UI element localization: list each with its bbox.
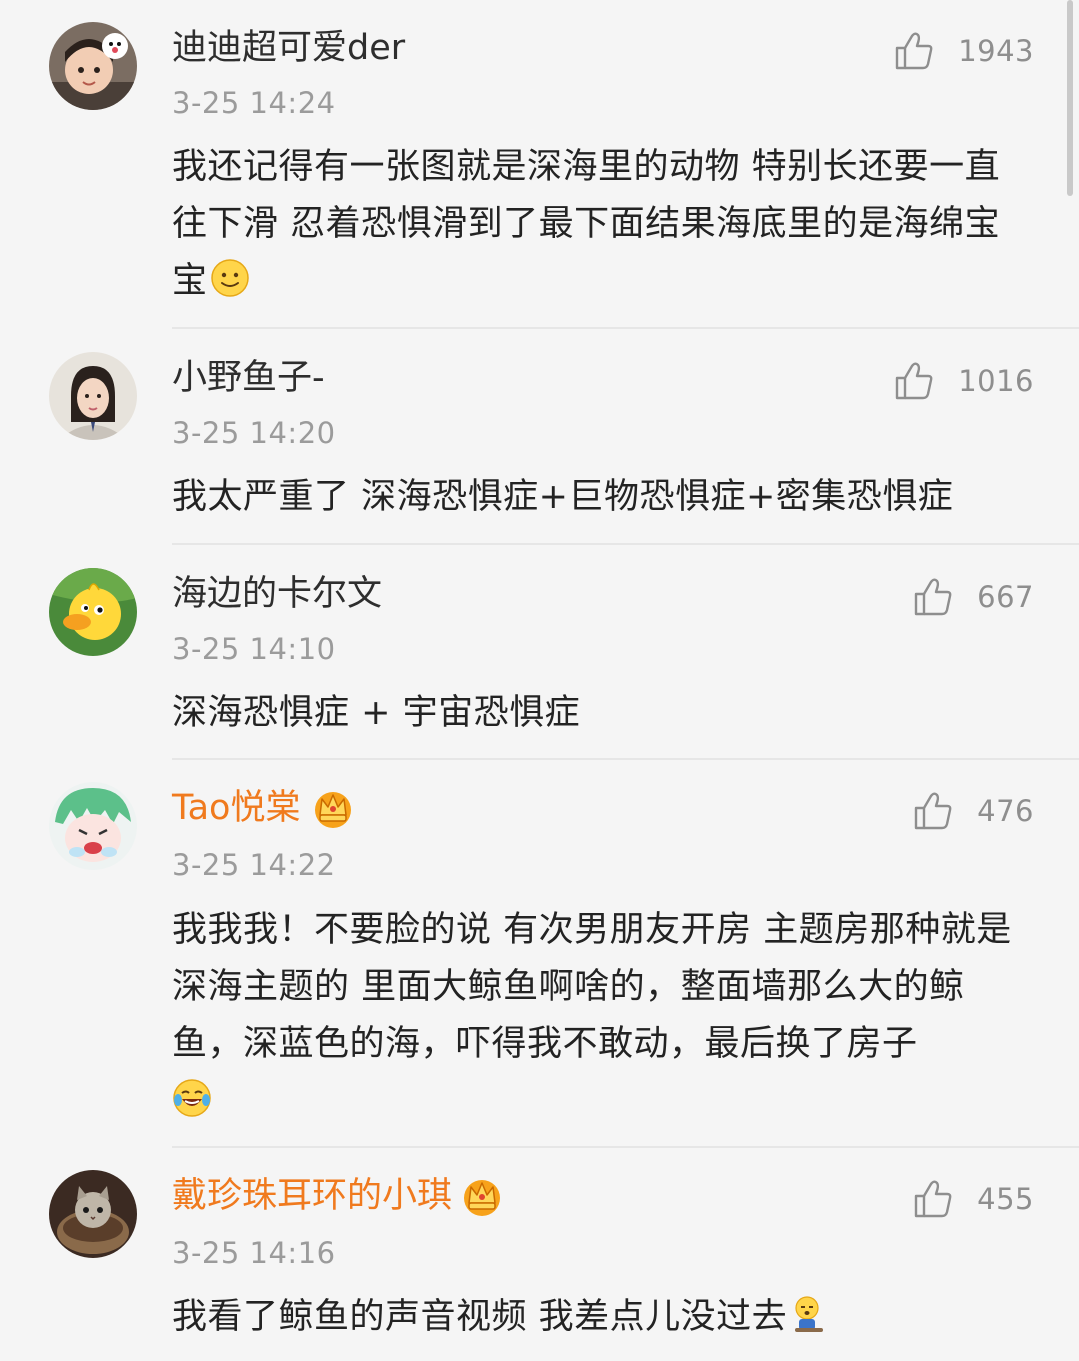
fainting-emoji <box>795 1296 824 1332</box>
comment-item: 戴珍珠耳环的小琪 455 3-25 14:16 我看了鲸鱼的声音视频 我差点儿没… <box>0 1148 1079 1361</box>
smile-emoji <box>210 259 249 297</box>
scrollbar[interactable] <box>1067 0 1073 196</box>
comment-text: 我还记得有一张图就是深海里的动物 特别长还要一直往下滑 忍着恐惧滑到了最下面结果… <box>172 139 1032 310</box>
like-button[interactable]: 1016 <box>892 358 1034 404</box>
like-button[interactable]: 476 <box>911 788 1034 834</box>
divider <box>172 543 1079 545</box>
timestamp: 3-25 14:10 <box>172 632 336 666</box>
avatar[interactable] <box>49 22 137 110</box>
like-count: 1016 <box>958 364 1034 398</box>
comment-item: 海边的卡尔文 667 3-25 14:10 深海恐惧症 + 宇宙恐惧症 <box>0 546 1079 760</box>
thumbs-up-icon <box>914 578 952 616</box>
like-count: 476 <box>977 794 1034 828</box>
avatar[interactable] <box>49 1170 137 1258</box>
username[interactable]: 小野鱼子- <box>172 356 325 400</box>
avatar[interactable] <box>49 568 137 656</box>
username[interactable]: 海边的卡尔文 <box>172 572 382 616</box>
comment-text: 深海恐惧症 + 宇宙恐惧症 <box>172 693 581 733</box>
timestamp: 3-25 14:22 <box>172 848 336 882</box>
comment-text: 我看了鲸鱼的声音视频 我差点儿没过去 <box>172 1289 1032 1346</box>
divider <box>172 327 1079 329</box>
comment-text: 我太严重了 深海恐惧症+巨物恐惧症+密集恐惧症 <box>172 477 954 517</box>
comment-feed: 迪迪超可爱der 1943 3-25 14:24 我还记得有一张图就是深海里的动… <box>0 0 1079 1361</box>
comment-item: Tao悦棠 476 3-25 14:22 我我我！不要脸的说 有次男朋友开房 主… <box>0 760 1079 1148</box>
username[interactable]: 迪迪超可爱der <box>172 26 405 70</box>
vip-crown-icon <box>464 1180 500 1216</box>
comment-body: 我看了鲸鱼的声音视频 我差点儿没过去 <box>172 1297 788 1337</box>
comment-body: 我我我！不要脸的说 有次男朋友开房 主题房那种就是深海主题的 里面大鲸鱼啊啥的，… <box>172 910 1012 1064</box>
like-count: 667 <box>977 580 1034 614</box>
thumbs-up-icon <box>914 1180 952 1218</box>
avatar[interactable] <box>49 352 137 440</box>
timestamp: 3-25 14:16 <box>172 1236 336 1270</box>
like-count: 455 <box>977 1182 1034 1216</box>
timestamp: 3-25 14:20 <box>172 416 336 450</box>
username[interactable]: Tao悦棠 <box>172 786 300 830</box>
comment-body: 我还记得有一张图就是深海里的动物 特别长还要一直往下滑 忍着恐惧滑到了最下面结果… <box>172 147 1001 301</box>
vip-crown-icon <box>315 792 351 828</box>
avatar[interactable] <box>49 782 137 870</box>
thumbs-up-icon <box>914 792 952 830</box>
thumbs-up-icon <box>895 362 933 400</box>
comment-item: 迪迪超可爱der 1943 3-25 14:24 我还记得有一张图就是深海里的动… <box>0 0 1079 330</box>
laughing-tears-emoji <box>173 1079 211 1117</box>
thumbs-up-icon <box>895 32 933 70</box>
timestamp: 3-25 14:24 <box>172 86 336 120</box>
comment-text: 我我我！不要脸的说 有次男朋友开房 主题房那种就是深海主题的 里面大鲸鱼啊啥的，… <box>172 902 1032 1130</box>
comment-item: 小野鱼子- 1016 3-25 14:20 我太严重了 深海恐惧症+巨物恐惧症+… <box>0 330 1079 546</box>
like-button[interactable]: 1943 <box>892 28 1034 74</box>
like-button[interactable]: 667 <box>911 574 1034 620</box>
username[interactable]: 戴珍珠耳环的小琪 <box>172 1174 452 1218</box>
like-button[interactable]: 455 <box>911 1176 1034 1222</box>
like-count: 1943 <box>958 34 1034 68</box>
